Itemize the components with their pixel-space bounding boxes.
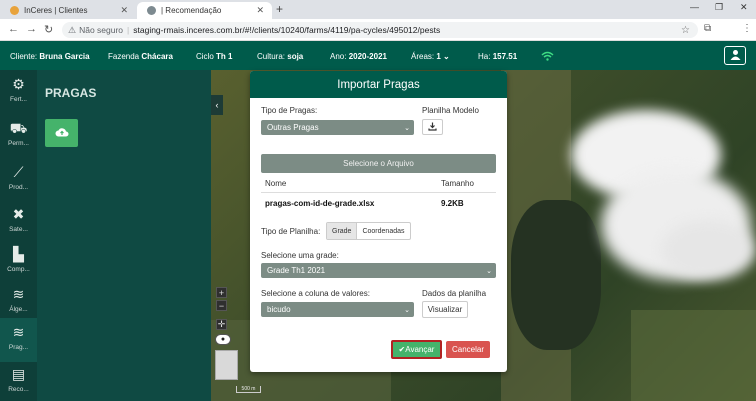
wifi-icon <box>541 50 554 64</box>
download-template-button[interactable] <box>422 119 443 135</box>
cancelar-button[interactable]: Cancelar <box>446 341 490 358</box>
nav-item-compactacao[interactable]: ▙ Comp... <box>0 240 37 284</box>
basemap-thumbnail[interactable] <box>215 350 238 380</box>
ano-info: Ano: 2020-2021 <box>330 52 387 61</box>
security-label: Não seguro <box>79 25 124 35</box>
separator: | <box>127 25 130 35</box>
planilha-modelo-label: Planilha Modelo <box>422 106 479 115</box>
tipo-pragas-label: Tipo de Pragas: <box>261 106 318 115</box>
chart-line-icon: ⟋ <box>13 164 24 180</box>
window-close-icon[interactable]: ✕ <box>740 2 748 13</box>
satellite-icon: ✖ <box>12 206 25 222</box>
nav-item-pragas[interactable]: ≋ Prag... <box>0 318 37 362</box>
layers-icon: ≋ <box>12 324 25 340</box>
compare-icon: ▙ <box>13 246 24 262</box>
table-divider <box>261 192 496 193</box>
menu-kebab-icon[interactable]: ⋮ <box>742 23 752 34</box>
grade-label: Selecione uma grade: <box>261 251 339 260</box>
warning-icon: ⚠ <box>68 24 77 35</box>
table-header-tamanho: Tamanho <box>441 179 474 188</box>
download-icon <box>428 122 437 133</box>
incere-favicon-icon <box>10 6 19 15</box>
app-header: Cliente: Bruna Garcia Fazenda Chácara Ci… <box>0 41 756 70</box>
file-name-cell: pragas-com-id-de-grade.xlsx <box>265 199 375 208</box>
select-file-button[interactable]: Selecione o Arquivo <box>261 154 496 173</box>
close-icon[interactable]: ✕ <box>120 5 128 16</box>
ciclo-info: Ciclo Th 1 <box>196 52 233 61</box>
file-size-cell: 9.2KB <box>441 199 464 208</box>
import-pests-modal: Importar Pragas Tipo de Pragas: Outras P… <box>250 71 507 372</box>
tipo-pragas-select[interactable]: Outras Pragas ⌄ <box>261 120 414 135</box>
browser-tab-clientes[interactable]: InCeres | Clientes ✕ <box>0 2 136 19</box>
avancar-button[interactable]: ✔Avançar <box>391 340 442 359</box>
extensions-icon[interactable]: ⧉ <box>704 23 711 34</box>
new-tab-button[interactable]: + <box>276 2 283 16</box>
tipo-planilha-label: Tipo de Planilha: <box>261 227 321 236</box>
chevron-down-icon: ⌄ <box>486 267 492 275</box>
browser-tab-recomendacao[interactable]: | Recomendação ✕ <box>137 2 272 19</box>
table-header-nome: Nome <box>265 179 287 188</box>
globe-favicon-icon <box>147 6 156 15</box>
tractor-icon: ⛟ <box>9 120 28 136</box>
collapse-panel-button[interactable]: ‹ <box>211 95 223 115</box>
nav-item-produtividade[interactable]: ⟋ Prod... <box>0 158 37 202</box>
coluna-label: Selecione a coluna de valores: <box>261 289 370 298</box>
nav-item-fertilidade[interactable]: ⚙ Fert... <box>0 70 37 114</box>
fertilizer-icon: ⚙ <box>12 76 25 92</box>
address-toolbar: ← → ↻ ⚠ Não seguro | staging-rmais.incer… <box>0 19 756 54</box>
nav-item-recomendacao[interactable]: ▤ Reco... <box>0 360 37 401</box>
layers-icon: ≋ <box>12 286 25 302</box>
browser-tab-bar: InCeres | Clientes ✕ | Recomendação ✕ + … <box>0 0 756 19</box>
pragas-panel: PRAGAS <box>37 70 211 401</box>
bookmark-star-icon[interactable]: ☆ <box>681 25 690 36</box>
grade-select[interactable]: Grade Th1 2021 ⌄ <box>261 263 496 278</box>
user-menu-button[interactable] <box>724 46 746 65</box>
grade-option[interactable]: Grade <box>327 223 358 239</box>
document-icon: ▤ <box>11 366 26 382</box>
reload-icon[interactable]: ↻ <box>44 23 53 36</box>
dados-planilha-label: Dados da planilha <box>422 289 487 298</box>
ha-info: Ha: 157.51 <box>478 52 518 61</box>
zoom-out-button[interactable]: − <box>216 300 227 311</box>
modal-title: Importar Pragas <box>250 71 507 98</box>
fullscreen-icon[interactable]: ✛ <box>216 319 227 330</box>
close-icon[interactable]: ✕ <box>256 5 264 16</box>
url-text: staging-rmais.inceres.com.br/#!/clients/… <box>133 25 441 35</box>
tab-title: InCeres | Clientes <box>24 6 88 15</box>
cliente-info: Cliente: Bruna Garcia <box>10 52 90 61</box>
chevron-down-icon: ⌄ <box>404 124 410 132</box>
chevron-left-icon: ‹ <box>215 100 219 110</box>
coordenadas-option[interactable]: Coordenadas <box>357 223 409 239</box>
forward-arrow-icon[interactable]: → <box>26 23 37 35</box>
areas-selector[interactable]: Áreas: 1 ⌄ <box>411 52 450 61</box>
chevron-down-icon: ⌄ <box>404 306 410 314</box>
back-arrow-icon[interactable]: ← <box>8 23 19 35</box>
coluna-select[interactable]: bicudo ⌄ <box>261 302 414 317</box>
user-icon <box>730 49 741 63</box>
tab-title: | Recomendação <box>161 6 222 15</box>
nav-item-satelite[interactable]: ✖ Sate... <box>0 200 37 244</box>
upload-button[interactable] <box>45 119 78 147</box>
layer-toggle[interactable]: ● <box>215 334 231 345</box>
left-nav: ⚙ Fert... ⛟ Perm... ⟋ Prod... ✖ Sate... … <box>0 70 37 401</box>
nav-item-permanente[interactable]: ⛟ Perm... <box>0 114 37 158</box>
panel-title: PRAGAS <box>45 86 97 100</box>
tipo-planilha-toggle: Grade Coordenadas <box>326 222 411 240</box>
cloud-upload-icon <box>55 127 69 140</box>
fazenda-info: Fazenda Chácara <box>108 52 173 61</box>
map-scale: 500 m <box>236 386 261 393</box>
zoom-in-button[interactable]: + <box>216 287 227 298</box>
cultura-info: Cultura: soja <box>257 52 304 61</box>
visualizar-button[interactable]: Visualizar <box>422 301 468 318</box>
address-bar[interactable]: ⚠ Não seguro | staging-rmais.inceres.com… <box>62 22 698 38</box>
minimize-icon[interactable]: — <box>690 2 699 12</box>
maximize-icon[interactable]: ❐ <box>715 2 723 13</box>
